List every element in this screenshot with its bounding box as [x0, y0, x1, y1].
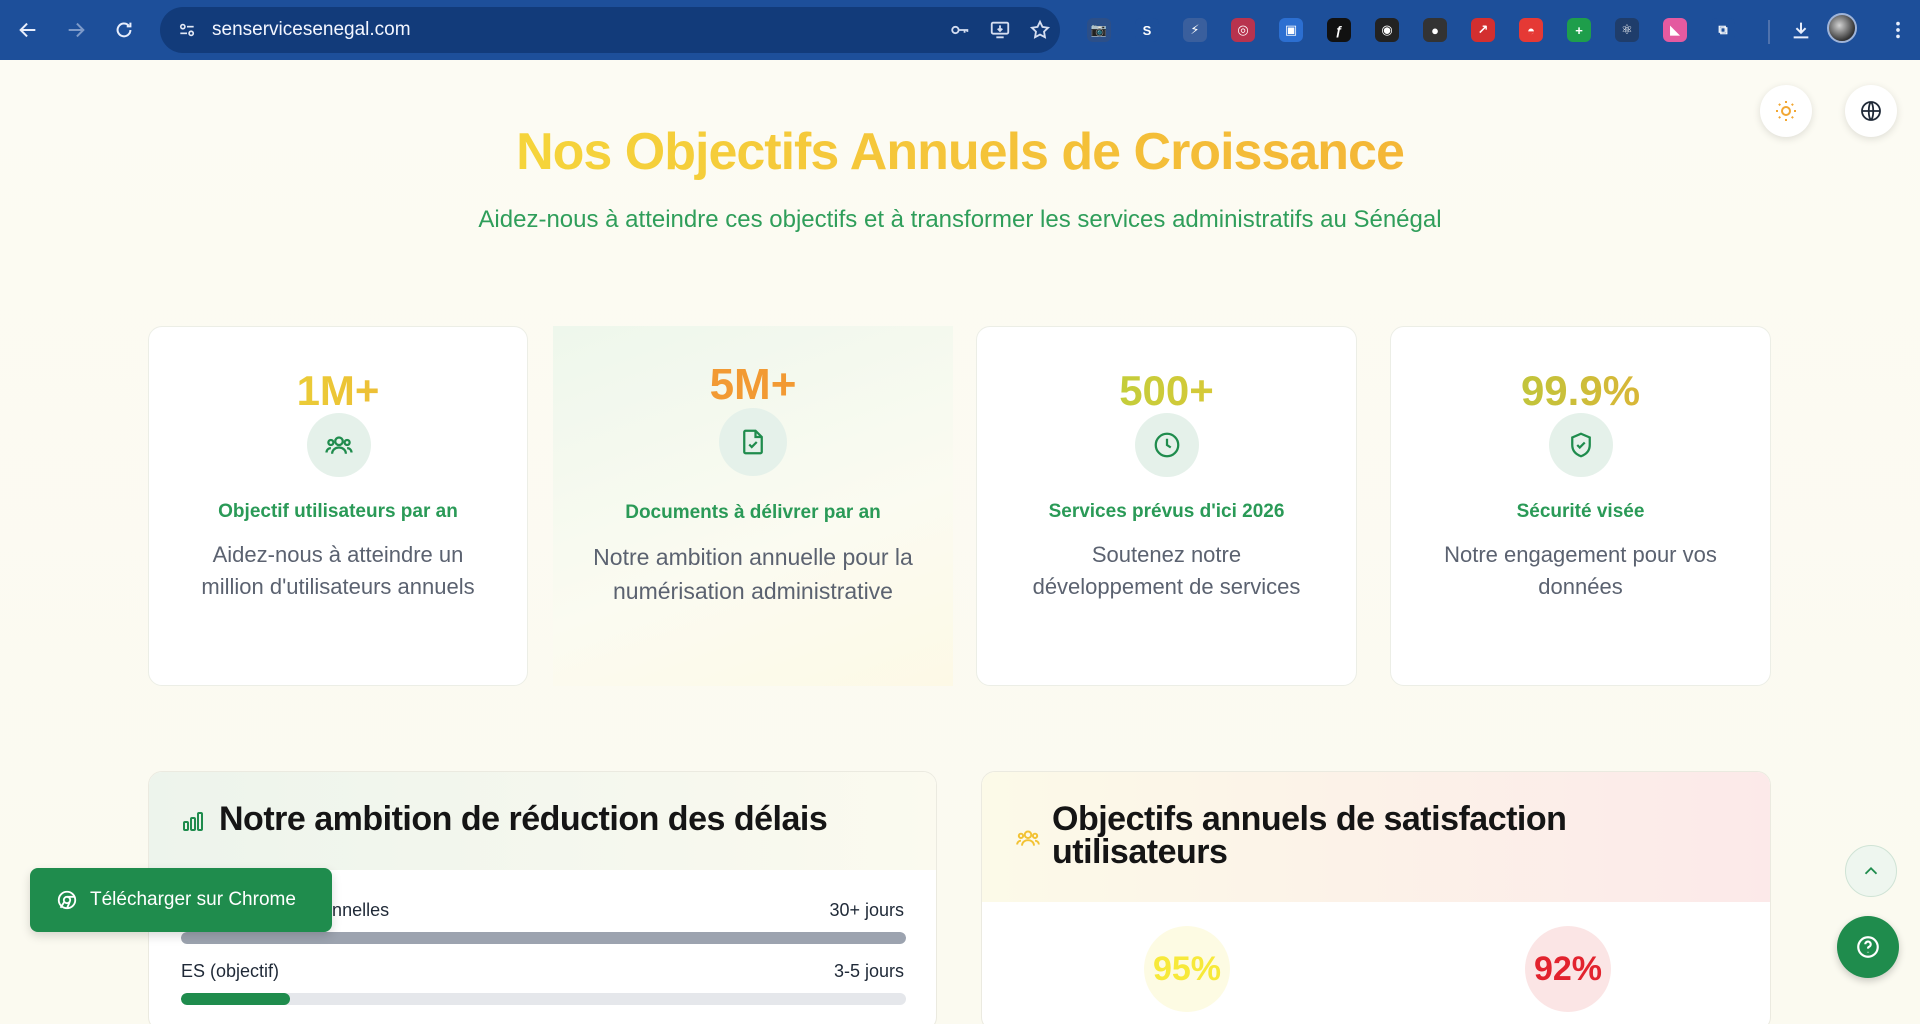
progress-fill [181, 993, 290, 1005]
bar-value: 3-5 jours [833, 961, 904, 981]
pokeball-badge: ◓ [1519, 18, 1543, 42]
satisfaction-metric: 92% [1525, 926, 1611, 1012]
download-chrome-button[interactable]: Télécharger sur Chrome [30, 868, 332, 932]
reload-button[interactable] [104, 10, 144, 50]
stat-value: 1M+ [149, 367, 527, 415]
help-circle-icon [1857, 936, 1879, 958]
shield-check-icon [1549, 413, 1613, 477]
stat-description: Aidez-nous à atteindre un million d'util… [201, 542, 475, 599]
back-button[interactable] [8, 10, 48, 50]
address-bar[interactable]: senservicesenegal.com [160, 7, 1060, 53]
react-extension-icon[interactable]: ⚛ [1603, 10, 1651, 50]
stat-description: Notre engagement pour vos données [1444, 542, 1717, 599]
s-badge: S [1135, 18, 1159, 42]
screen-badge: ▣ [1279, 18, 1303, 42]
delays-panel-header: Notre ambition de réduction des délais [149, 772, 936, 870]
stat-description: Notre ambition annuelle pour la numérisa… [593, 544, 913, 604]
satisfaction-panel-title: Objectifs annuels de satisfaction utilis… [1052, 800, 1567, 871]
flag-badge: ◣ [1663, 18, 1687, 42]
extensions-toolbar: 📷 S ⚡ ◎ ▣ ƒ ◉ ● ↗ ◓ + ⚛ ◣ ⧉ [1075, 10, 1747, 50]
password-key-icon[interactable] [940, 10, 980, 50]
progress-track [181, 993, 906, 1005]
dark-circle-badge: ● [1423, 18, 1447, 42]
camera-extension-icon[interactable]: 📷 [1075, 10, 1123, 50]
satisfaction-title-line2: utilisateurs [1052, 833, 1228, 871]
bolt-badge: ⚡ [1183, 18, 1207, 42]
install-app-icon[interactable] [980, 10, 1020, 50]
dark-circle-extension-icon[interactable]: ● [1411, 10, 1459, 50]
scroll-to-top-button[interactable] [1845, 845, 1897, 897]
help-button[interactable] [1837, 916, 1899, 978]
browser-toolbar: senservicesenegal.com 📷 S ⚡ ◎ ▣ ƒ ◉ ● ↗ ◓ + ⚛ ◣ ⧉ [0, 0, 1920, 60]
bar-chart-icon [183, 812, 203, 831]
bar-value: 30+ jours [829, 900, 904, 920]
target-badge: ◎ [1231, 18, 1255, 42]
plus-extension-icon[interactable]: + [1555, 10, 1603, 50]
menu-kebab-icon[interactable] [1878, 10, 1918, 50]
stat-title: Objectif utilisateurs par an [218, 501, 458, 522]
document-check-icon [719, 408, 787, 476]
toolbar-separator [1768, 20, 1770, 44]
bolt-extension-icon[interactable]: ⚡ [1171, 10, 1219, 50]
stat-title: Sécurité visée [1516, 501, 1645, 522]
stat-card-users: 1M+ Objectif utilisateurs par an Aidez-n… [148, 326, 528, 686]
satisfaction-title-line1: Objectifs annuels de satisfaction [1052, 800, 1567, 838]
bar-label: ES (objectif) [181, 961, 280, 981]
clock-icon [1135, 413, 1199, 477]
profile-avatar[interactable] [1827, 13, 1857, 43]
chevron-up-icon [1864, 866, 1878, 875]
camera-badge: 📷 [1087, 18, 1111, 42]
progress-track [181, 932, 906, 944]
forward-button[interactable] [56, 10, 96, 50]
progress-fill [181, 932, 906, 944]
satisfaction-panel-header: Objectifs annuels de satisfaction utilis… [982, 772, 1770, 902]
site-info-icon[interactable] [172, 15, 202, 45]
pokeball-extension-icon[interactable]: ◓ [1507, 10, 1555, 50]
react-badge: ⚛ [1615, 18, 1639, 42]
stat-value: 500+ [977, 367, 1356, 415]
stat-description: Soutenez notre développement de services [1032, 542, 1301, 599]
arrow-extension-icon[interactable]: ↗ [1459, 10, 1507, 50]
eye-badge: ◉ [1375, 18, 1399, 42]
puzzle-extension-icon[interactable]: ⧉ [1699, 10, 1747, 50]
stat-card-documents: 5M+ Documents à délivrer par an Notre am… [553, 326, 953, 686]
download-chrome-label: Télécharger sur Chrome [90, 889, 296, 910]
plus-badge: + [1567, 18, 1591, 42]
arrow-badge: ↗ [1471, 18, 1495, 42]
globe-icon [1861, 101, 1881, 121]
puzzle-badge: ⧉ [1711, 18, 1735, 42]
url-text[interactable]: senservicesenegal.com [212, 19, 940, 41]
stat-card-security: 99.9% Sécurité visée Notre engagement po… [1390, 326, 1771, 686]
satisfaction-metric: 95% [1144, 926, 1230, 1012]
stat-value: 99.9% [1391, 367, 1770, 415]
bookmark-star-icon[interactable] [1020, 10, 1060, 50]
screen-extension-icon[interactable]: ▣ [1267, 10, 1315, 50]
stat-value: 5M+ [709, 360, 797, 409]
eye-extension-icon[interactable]: ◉ [1363, 10, 1411, 50]
target-extension-icon[interactable]: ◎ [1219, 10, 1267, 50]
page-title: Nos Objectifs Annuels de Croissance [0, 122, 1920, 182]
sun-icon [1776, 101, 1796, 121]
flag-extension-icon[interactable]: ◣ [1651, 10, 1699, 50]
satisfaction-panel: Objectifs annuels de satisfaction utilis… [981, 771, 1771, 1024]
downloads-icon[interactable] [1781, 10, 1821, 50]
users-icon [1016, 830, 1040, 846]
stat-card-services: 500+ Services prévus d'ici 2026 Soutenez… [976, 326, 1357, 686]
formula-badge: ƒ [1327, 18, 1351, 42]
formula-extension-icon[interactable]: ƒ [1315, 10, 1363, 50]
s-extension-icon[interactable]: S [1123, 10, 1171, 50]
page-subtitle: Aidez-nous à atteindre ces objectifs et … [478, 206, 1442, 233]
delays-panel-title: Notre ambition de réduction des délais [219, 800, 828, 838]
stat-title: Services prévus d'ici 2026 [1048, 501, 1285, 522]
users-icon [307, 413, 371, 477]
stat-title: Documents à délivrer par an [625, 502, 881, 523]
chrome-icon [57, 890, 77, 910]
